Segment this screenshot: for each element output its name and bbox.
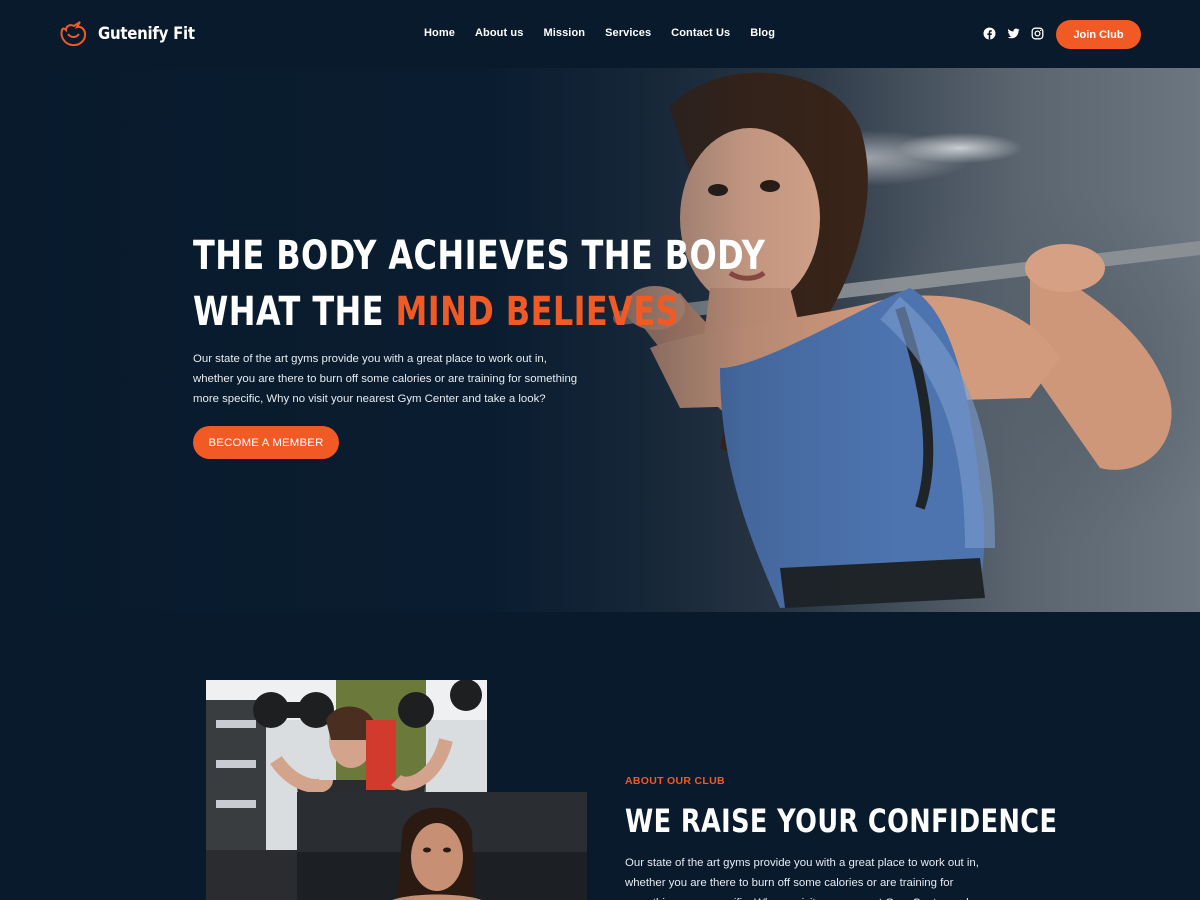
hero-overlay bbox=[0, 68, 1200, 612]
social-links bbox=[983, 27, 1044, 40]
brand-name: Gutenify Fit bbox=[98, 24, 195, 44]
hero-description: Our state of the art gyms provide you wi… bbox=[193, 353, 578, 405]
site-header: Gutenify Fit Home About us Mission Servi… bbox=[0, 0, 1200, 68]
become-member-button[interactable]: BECOME A MEMBER bbox=[193, 426, 339, 459]
hero-heading-accent: MIND BELIEVES bbox=[395, 289, 680, 335]
join-club-button[interactable]: Join Club bbox=[1056, 20, 1141, 49]
nav-item-contact[interactable]: Contact Us bbox=[671, 27, 730, 39]
logo-icon bbox=[60, 21, 87, 47]
nav-item-mission[interactable]: Mission bbox=[543, 27, 585, 39]
twitter-icon[interactable] bbox=[1007, 27, 1020, 40]
hero-section: THE BODY ACHIEVES THE BODY WHAT THE MIND… bbox=[0, 68, 1200, 612]
about-eyebrow: ABOUT OUR CLUB bbox=[625, 775, 725, 787]
about-description: Our state of the art gyms provide you wi… bbox=[625, 857, 979, 900]
nav-item-blog[interactable]: Blog bbox=[750, 27, 775, 39]
about-heading: WE RAISE YOUR CONFIDENCE bbox=[625, 802, 1058, 840]
about-image-woman-training bbox=[297, 792, 587, 900]
about-section: ABOUT OUR CLUB WE RAISE YOUR CONFIDENCE … bbox=[0, 612, 1200, 900]
facebook-icon[interactable] bbox=[983, 27, 996, 40]
instagram-icon[interactable] bbox=[1031, 27, 1044, 40]
hero-heading-line1: THE BODY ACHIEVES THE BODY bbox=[193, 233, 766, 279]
main-nav: Home About us Mission Services Contact U… bbox=[424, 27, 775, 39]
nav-item-home[interactable]: Home bbox=[424, 27, 455, 39]
hero-heading: THE BODY ACHIEVES THE BODY WHAT THE MIND… bbox=[193, 228, 765, 340]
nav-item-services[interactable]: Services bbox=[605, 27, 651, 39]
logo[interactable]: Gutenify Fit bbox=[58, 20, 208, 48]
hero-heading-line2-prefix: WHAT THE bbox=[193, 289, 396, 335]
nav-item-about[interactable]: About us bbox=[475, 27, 523, 39]
